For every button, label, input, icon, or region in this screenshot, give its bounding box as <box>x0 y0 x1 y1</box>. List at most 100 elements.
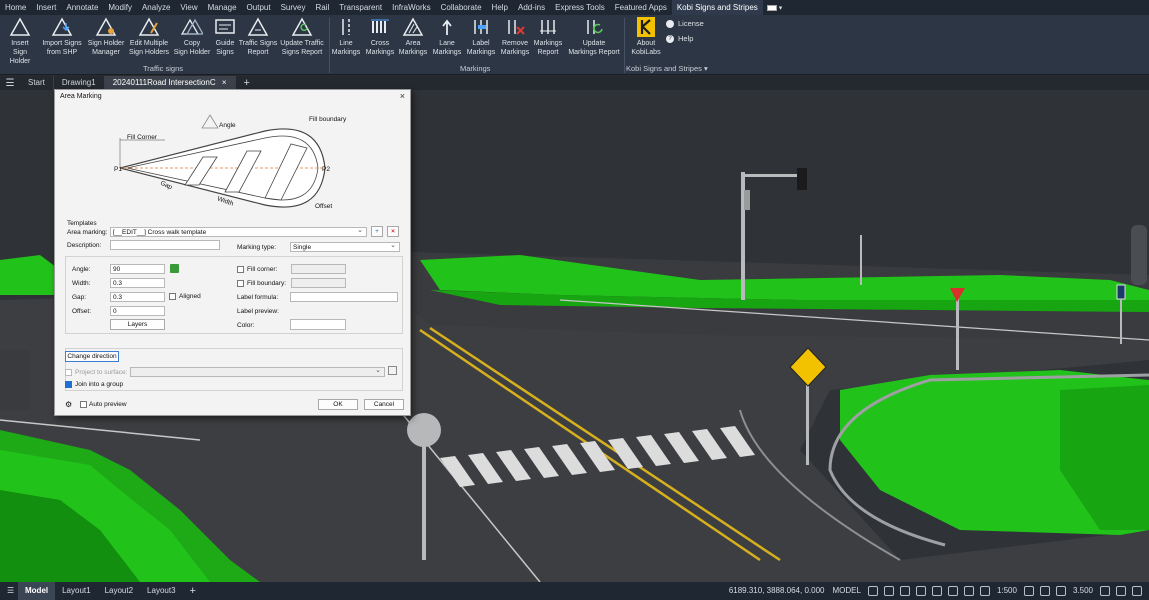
plus-icon[interactable] <box>1039 586 1050 596</box>
update-traffic-signs-report-button[interactable]: Update Traffic Signs Report <box>279 17 325 57</box>
remove-markings-button[interactable]: Remove Markings <box>498 17 532 57</box>
workspace-icon[interactable] <box>1055 586 1066 596</box>
label-markings-button[interactable]: Label Markings <box>465 17 497 57</box>
menu-manage[interactable]: Manage <box>203 0 242 15</box>
menu-rail[interactable]: Rail <box>310 0 334 15</box>
isolate-icon[interactable] <box>1100 586 1110 596</box>
cross-markings-button[interactable]: Cross Markings <box>363 17 397 57</box>
help-button[interactable]: ? Help <box>666 34 693 43</box>
guide-signs-button[interactable]: Guide Signs <box>213 17 237 57</box>
new-tab-button[interactable]: + <box>236 76 258 90</box>
offset-field[interactable]: 0 <box>110 306 165 316</box>
menu-transparent[interactable]: Transparent <box>334 0 387 15</box>
fill-boundary-checkbox[interactable] <box>237 280 244 287</box>
update-markings-report-button[interactable]: Update Markings Report <box>566 17 622 57</box>
auto-preview-checkbox[interactable] <box>80 401 87 408</box>
menu-collaborate[interactable]: Collaborate <box>436 0 487 15</box>
gap-field[interactable]: 0.3 <box>110 292 165 302</box>
marking-type-select[interactable]: Single <box>290 241 400 252</box>
menu-infraworks[interactable]: InfraWorks <box>387 0 436 15</box>
ok-button[interactable]: OK <box>318 399 358 410</box>
add-template-icon[interactable]: + <box>371 226 383 237</box>
menu-modify[interactable]: Modify <box>103 0 137 15</box>
label-formula-field[interactable] <box>290 292 398 302</box>
chevron-down-icon[interactable]: ▾ <box>779 4 783 12</box>
insert-sign-holder-button[interactable]: Insert Sign Holder <box>2 17 38 66</box>
tab-layout1[interactable]: Layout1 <box>55 582 97 600</box>
menu-icon[interactable]: ☰ <box>0 582 18 600</box>
snap-icon[interactable] <box>883 586 894 596</box>
diagram-fill-boundary-label: Fill boundary <box>309 116 347 123</box>
close-icon[interactable]: × <box>400 91 405 101</box>
menu-view[interactable]: View <box>175 0 202 15</box>
customize-icon[interactable] <box>1132 586 1142 596</box>
close-icon[interactable]: × <box>222 78 227 87</box>
fullscreen-icon[interactable] <box>1116 586 1126 596</box>
angle-field[interactable]: 90 <box>110 264 165 274</box>
gear-icon[interactable]: ⚙ <box>65 400 72 409</box>
button-label: Update Traffic <box>280 40 324 47</box>
menu-express-tools[interactable]: Express Tools <box>550 0 610 15</box>
lineweight-value[interactable]: 3.500 <box>1069 582 1097 600</box>
tab-road-intersection[interactable]: 20240111Road IntersectionC × <box>104 76 236 90</box>
area-marking-select[interactable]: [__EDIT__] Cross walk template <box>110 226 367 237</box>
menu-featured-apps[interactable]: Featured Apps <box>610 0 672 15</box>
join-group-checkbox[interactable] <box>65 381 72 388</box>
hamburger-menu-icon[interactable]: ☰ <box>0 78 20 89</box>
aligned-checkbox[interactable] <box>169 293 176 300</box>
color-swatch[interactable] <box>290 319 346 330</box>
change-direction-button[interactable]: Change direction <box>65 351 119 362</box>
ortho-icon[interactable] <box>899 586 910 596</box>
menu-help[interactable]: Help <box>487 0 513 15</box>
annotation-scale[interactable]: 1:500 <box>993 582 1021 600</box>
line-markings-button[interactable]: Line Markings <box>331 17 361 57</box>
markings-group-label: Markings <box>460 64 491 73</box>
menu-insert[interactable]: Insert <box>31 0 61 15</box>
edit-multiple-sign-holders-button[interactable]: Edit Multiple Sign Holders <box>127 17 171 57</box>
grid-icon[interactable] <box>867 586 878 596</box>
gear-icon[interactable] <box>1023 586 1034 596</box>
add-layout-icon[interactable]: + <box>183 582 203 600</box>
menu-survey[interactable]: Survey <box>276 0 311 15</box>
menu-analyze[interactable]: Analyze <box>137 0 175 15</box>
traffic-signs-report-button[interactable]: Traffic Signs Report <box>238 17 278 57</box>
area-markings-button[interactable]: Area Markings <box>398 17 428 57</box>
tab-layout3[interactable]: Layout3 <box>140 582 182 600</box>
menu-kobi-signs-stripes[interactable]: Kobi Signs and Stripes <box>671 0 763 15</box>
description-field[interactable] <box>110 240 220 250</box>
lane-markings-button[interactable]: Lane Markings <box>430 17 464 57</box>
markings-report-button[interactable]: Markings Report <box>532 17 564 57</box>
menu-output[interactable]: Output <box>242 0 276 15</box>
delete-template-icon[interactable]: × <box>387 226 399 237</box>
tab-start[interactable]: Start <box>20 76 54 90</box>
workspace-icon[interactable] <box>766 4 777 11</box>
fill-corner-checkbox[interactable] <box>237 266 244 273</box>
button-label: Sign Holder <box>87 40 125 47</box>
license-button[interactable]: License <box>666 19 704 28</box>
menu-add-ins[interactable]: Add-ins <box>513 0 550 15</box>
pick-surface-icon[interactable] <box>388 366 397 375</box>
width-field[interactable]: 0.3 <box>110 278 165 288</box>
menu-annotate[interactable]: Annotate <box>61 0 103 15</box>
tab-layout2[interactable]: Layout2 <box>98 582 140 600</box>
model-space-toggle[interactable]: MODEL <box>828 582 864 600</box>
tab-drawing1[interactable]: Drawing1 <box>54 76 105 90</box>
sign-holder-manager-button[interactable]: Sign Holder Manager <box>86 17 126 57</box>
copy-sign-holder-button[interactable]: Copy Sign Holder <box>172 17 212 57</box>
menu-home[interactable]: Home <box>0 0 31 15</box>
selection-cycling-icon[interactable] <box>979 586 990 596</box>
pick-angle-icon[interactable] <box>170 264 179 273</box>
polar-icon[interactable] <box>915 586 926 596</box>
import-signs-button[interactable]: Import Signs from SHP <box>40 17 84 57</box>
nav-bar[interactable] <box>1131 225 1147 285</box>
layers-button[interactable]: Layers <box>110 319 165 330</box>
otrack-icon[interactable] <box>947 586 958 596</box>
about-kobilabs-button[interactable]: About KobiLabs <box>628 17 664 57</box>
crosswalk-icon <box>371 19 389 33</box>
lineweight-icon[interactable] <box>963 586 974 596</box>
angle-label: Angle: <box>72 266 91 273</box>
kobi-group-label[interactable]: Kobi Signs and Stripes ▾ <box>626 64 708 73</box>
tab-model[interactable]: Model <box>18 582 56 600</box>
osnap-icon[interactable] <box>931 586 942 596</box>
cancel-button[interactable]: Cancel <box>364 399 404 410</box>
